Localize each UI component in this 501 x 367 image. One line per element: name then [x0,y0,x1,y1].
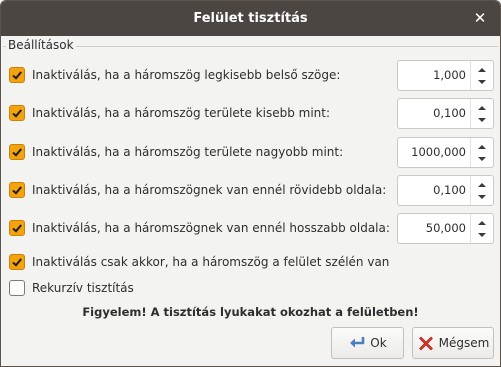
spin-down-icon[interactable] [476,154,488,164]
cancel-x-icon [418,336,433,351]
checkbox-recursive[interactable] [9,280,25,296]
option-max-area[interactable]: Inaktiválás, ha a háromszög területe nag… [9,141,343,163]
spin-max-edge[interactable]: 50,000 [397,213,494,244]
cancel-label: Mégsem [438,336,490,350]
spin-up-icon[interactable] [476,142,488,152]
option-min-area[interactable]: Inaktiválás, ha a háromszög területe kis… [9,102,330,124]
spin-down-icon[interactable] [476,230,488,240]
option-label: Rekurzív tisztítás [32,281,134,295]
spin-up-icon[interactable] [476,65,488,75]
spin-down-icon[interactable] [476,115,488,125]
ok-button[interactable]: Ok [331,327,404,359]
spin-up-icon[interactable] [476,180,488,190]
checkbox-max-area[interactable] [9,144,25,160]
spin-value[interactable]: 1,000 [433,68,466,82]
checkbox-min-angle[interactable] [9,67,25,83]
spin-value[interactable]: 1000,000 [411,145,466,159]
option-label: Inaktiválás, ha a háromszögnek van ennél… [32,183,387,197]
option-label: Inaktiválás, ha a háromszög területe nag… [32,145,344,159]
spin-min-angle[interactable]: 1,000 [397,60,494,91]
option-min-angle[interactable]: Inaktiválás, ha a háromszög legkisebb be… [9,64,340,86]
option-label: Inaktiválás, ha a háromszögnek van ennél… [32,221,390,235]
ok-label: Ok [370,336,387,350]
spin-down-icon[interactable] [476,77,488,87]
cancel-button[interactable]: Mégsem [412,327,494,359]
option-recursive[interactable]: Rekurzív tisztítás [9,277,134,299]
spin-value[interactable]: 0,100 [433,183,466,197]
spin-up-icon[interactable] [476,103,488,113]
warning-text: Figyelem! A tisztítás lyukakat okozhat a… [82,305,419,319]
close-icon[interactable]: ✕ [472,10,488,26]
title-bar[interactable]: Felület tisztítás ✕ [1,1,500,36]
group-title: Beállítások [6,38,76,52]
checkbox-border-only[interactable] [9,254,25,270]
option-min-edge[interactable]: Inaktiválás, ha a háromszögnek van ennél… [9,179,386,201]
checkbox-max-edge[interactable] [9,220,25,236]
spin-up-icon[interactable] [476,218,488,228]
spin-value[interactable]: 0,100 [433,106,466,120]
spin-max-area[interactable]: 1000,000 [397,137,494,168]
dialog-window: Felület tisztítás ✕ Beállítások Inaktivá… [0,0,501,367]
return-arrow-icon [350,337,365,348]
spin-down-icon[interactable] [476,192,488,202]
spin-min-area[interactable]: 0,100 [397,98,494,129]
option-label: Inaktiválás, ha a háromszög legkisebb be… [32,68,341,82]
spin-min-edge[interactable]: 0,100 [397,175,494,206]
option-border-only[interactable]: Inaktiválás csak akkor, ha a háromszög a… [9,251,389,273]
option-label: Inaktiválás csak akkor, ha a háromszög a… [32,255,390,269]
window-title: Felület tisztítás [193,11,308,26]
checkbox-min-edge[interactable] [9,182,25,198]
option-max-edge[interactable]: Inaktiválás, ha a háromszögnek van ennél… [9,217,390,239]
spin-value[interactable]: 50,000 [426,221,466,235]
checkbox-min-area[interactable] [9,105,25,121]
option-label: Inaktiválás, ha a háromszög területe kis… [32,106,331,120]
